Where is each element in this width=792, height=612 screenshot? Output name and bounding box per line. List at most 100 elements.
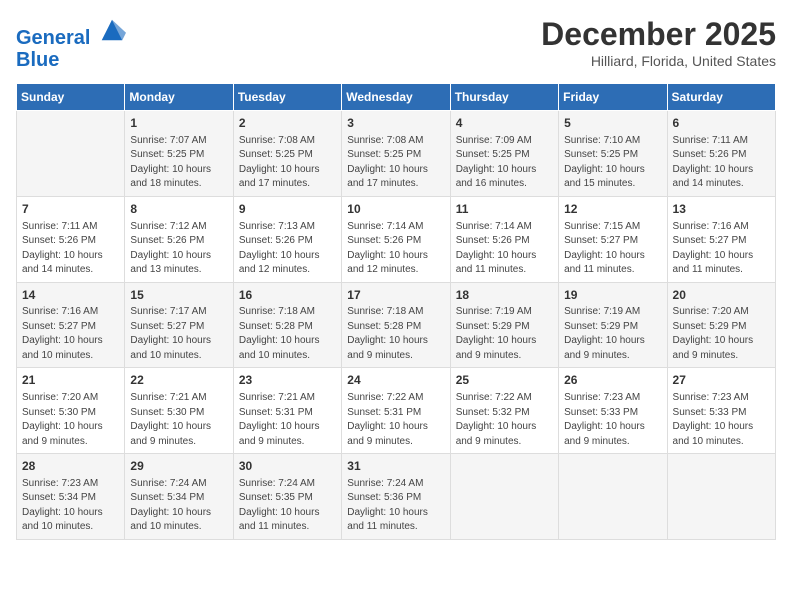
day-info: Sunrise: 7:12 AM Sunset: 5:26 PM Dayligh… <box>130 220 227 278</box>
day-cell: 24Sunrise: 7:22 AM Sunset: 5:31 PM Dayli… <box>342 368 450 454</box>
day-cell: 30 Sunrise: 7:24 AM Sunset: 5:35 PM Dayli… <box>233 454 341 540</box>
day-info: Sunrise: 7:11 AM Sunset: 5:26 PM Dayligh… <box>22 220 119 278</box>
day-cell: 27 Sunrise: 7:23 AM Sunset: 5:33 PM Dayli… <box>667 368 775 454</box>
day-cell: 28Sunrise: 7:23 AM Sunset: 5:34 PM Dayli… <box>17 454 125 540</box>
day-number: 24 <box>347 372 444 389</box>
day-info: Sunrise: 7:19 AM Sunset: 5:29 PM Dayligh… <box>456 305 553 363</box>
day-info: Sunrise: 7:21 AM Sunset: 5:30 PM Dayligh… <box>130 391 227 449</box>
day-number: 22 <box>130 372 227 389</box>
day-info: Sunrise: 7:20 AM Sunset: 5:29 PM Dayligh… <box>673 305 770 363</box>
day-number: 9 <box>239 201 336 218</box>
day-cell: 7 Sunrise: 7:11 AM Sunset: 5:26 PM Daylig… <box>17 196 125 282</box>
calendar-body: 1 Sunrise: 7:07 AM Sunset: 5:25 PM Daylig… <box>17 111 776 540</box>
logo-icon <box>98 16 126 44</box>
day-info: Sunrise: 7:18 AM Sunset: 5:28 PM Dayligh… <box>347 305 444 363</box>
day-info: Sunrise: 7:07 AM Sunset: 5:25 PM Dayligh… <box>130 134 227 192</box>
day-number: 26 <box>564 372 661 389</box>
week-row-1: 1 Sunrise: 7:07 AM Sunset: 5:25 PM Daylig… <box>17 111 776 197</box>
day-number: 2 <box>239 115 336 132</box>
day-cell: 9Sunrise: 7:13 AM Sunset: 5:26 PM Daylig… <box>233 196 341 282</box>
day-cell: 16Sunrise: 7:18 AM Sunset: 5:28 PM Dayli… <box>233 282 341 368</box>
day-number: 1 <box>130 115 227 132</box>
day-number: 13 <box>673 201 770 218</box>
day-number: 23 <box>239 372 336 389</box>
header-tuesday: Tuesday <box>233 84 341 111</box>
day-number: 21 <box>22 372 119 389</box>
day-info: Sunrise: 7:11 AM Sunset: 5:26 PM Dayligh… <box>673 134 770 192</box>
day-info: Sunrise: 7:16 AM Sunset: 5:27 PM Dayligh… <box>673 220 770 278</box>
day-info: Sunrise: 7:24 AM Sunset: 5:36 PM Dayligh… <box>347 477 444 535</box>
week-row-3: 14Sunrise: 7:16 AM Sunset: 5:27 PM Dayli… <box>17 282 776 368</box>
day-info: Sunrise: 7:15 AM Sunset: 5:27 PM Dayligh… <box>564 220 661 278</box>
day-info: Sunrise: 7:10 AM Sunset: 5:25 PM Dayligh… <box>564 134 661 192</box>
day-info: Sunrise: 7:14 AM Sunset: 5:26 PM Dayligh… <box>456 220 553 278</box>
day-cell: 17Sunrise: 7:18 AM Sunset: 5:28 PM Dayli… <box>342 282 450 368</box>
day-info: Sunrise: 7:23 AM Sunset: 5:34 PM Dayligh… <box>22 477 119 535</box>
day-cell <box>559 454 667 540</box>
day-number: 19 <box>564 287 661 304</box>
day-cell: 13 Sunrise: 7:16 AM Sunset: 5:27 PM Dayli… <box>667 196 775 282</box>
day-number: 16 <box>239 287 336 304</box>
day-info: Sunrise: 7:17 AM Sunset: 5:27 PM Dayligh… <box>130 305 227 363</box>
day-info: Sunrise: 7:24 AM Sunset: 5:35 PM Dayligh… <box>239 477 336 535</box>
header-wednesday: Wednesday <box>342 84 450 111</box>
day-cell: 14Sunrise: 7:16 AM Sunset: 5:27 PM Dayli… <box>17 282 125 368</box>
day-cell <box>17 111 125 197</box>
header-sunday: Sunday <box>17 84 125 111</box>
page-header: General Blue December 2025 Hilliard, Flo… <box>16 16 776 71</box>
day-cell: 29 Sunrise: 7:24 AM Sunset: 5:34 PM Dayli… <box>125 454 233 540</box>
day-cell: 5Sunrise: 7:10 AM Sunset: 5:25 PM Daylig… <box>559 111 667 197</box>
logo: General Blue <box>16 16 126 71</box>
day-cell: 22 Sunrise: 7:21 AM Sunset: 5:30 PM Dayli… <box>125 368 233 454</box>
day-cell: 26Sunrise: 7:23 AM Sunset: 5:33 PM Dayli… <box>559 368 667 454</box>
day-info: Sunrise: 7:16 AM Sunset: 5:27 PM Dayligh… <box>22 305 119 363</box>
day-number: 14 <box>22 287 119 304</box>
header-thursday: Thursday <box>450 84 558 111</box>
day-number: 17 <box>347 287 444 304</box>
day-number: 10 <box>347 201 444 218</box>
day-cell: 31 Sunrise: 7:24 AM Sunset: 5:36 PM Dayli… <box>342 454 450 540</box>
day-number: 12 <box>564 201 661 218</box>
week-row-2: 7 Sunrise: 7:11 AM Sunset: 5:26 PM Daylig… <box>17 196 776 282</box>
day-cell: 4 Sunrise: 7:09 AM Sunset: 5:25 PM Daylig… <box>450 111 558 197</box>
day-cell: 10 Sunrise: 7:14 AM Sunset: 5:26 PM Dayli… <box>342 196 450 282</box>
day-info: Sunrise: 7:23 AM Sunset: 5:33 PM Dayligh… <box>673 391 770 449</box>
day-number: 27 <box>673 372 770 389</box>
header-friday: Friday <box>559 84 667 111</box>
day-number: 30 <box>239 458 336 475</box>
day-cell: 18Sunrise: 7:19 AM Sunset: 5:29 PM Dayli… <box>450 282 558 368</box>
title-block: December 2025 Hilliard, Florida, United … <box>541 16 776 69</box>
day-info: Sunrise: 7:09 AM Sunset: 5:25 PM Dayligh… <box>456 134 553 192</box>
day-info: Sunrise: 7:08 AM Sunset: 5:25 PM Dayligh… <box>347 134 444 192</box>
day-cell: 2Sunrise: 7:08 AM Sunset: 5:25 PM Daylig… <box>233 111 341 197</box>
day-number: 3 <box>347 115 444 132</box>
logo-text: General <box>16 16 126 49</box>
day-cell: 6 Sunrise: 7:11 AM Sunset: 5:26 PM Daylig… <box>667 111 775 197</box>
day-info: Sunrise: 7:18 AM Sunset: 5:28 PM Dayligh… <box>239 305 336 363</box>
day-info: Sunrise: 7:24 AM Sunset: 5:34 PM Dayligh… <box>130 477 227 535</box>
day-cell: 19Sunrise: 7:19 AM Sunset: 5:29 PM Dayli… <box>559 282 667 368</box>
day-number: 25 <box>456 372 553 389</box>
day-cell: 23Sunrise: 7:21 AM Sunset: 5:31 PM Dayli… <box>233 368 341 454</box>
calendar-table: SundayMondayTuesdayWednesdayThursdayFrid… <box>16 83 776 540</box>
day-number: 7 <box>22 201 119 218</box>
day-cell <box>450 454 558 540</box>
day-number: 8 <box>130 201 227 218</box>
day-cell: 25 Sunrise: 7:22 AM Sunset: 5:32 PM Dayli… <box>450 368 558 454</box>
day-cell: 20Sunrise: 7:20 AM Sunset: 5:29 PM Dayli… <box>667 282 775 368</box>
day-info: Sunrise: 7:22 AM Sunset: 5:32 PM Dayligh… <box>456 391 553 449</box>
day-number: 31 <box>347 458 444 475</box>
day-info: Sunrise: 7:19 AM Sunset: 5:29 PM Dayligh… <box>564 305 661 363</box>
day-info: Sunrise: 7:20 AM Sunset: 5:30 PM Dayligh… <box>22 391 119 449</box>
day-number: 11 <box>456 201 553 218</box>
day-cell: 15Sunrise: 7:17 AM Sunset: 5:27 PM Dayli… <box>125 282 233 368</box>
week-row-4: 21 Sunrise: 7:20 AM Sunset: 5:30 PM Dayli… <box>17 368 776 454</box>
day-number: 6 <box>673 115 770 132</box>
day-info: Sunrise: 7:14 AM Sunset: 5:26 PM Dayligh… <box>347 220 444 278</box>
day-cell: 11 Sunrise: 7:14 AM Sunset: 5:26 PM Dayli… <box>450 196 558 282</box>
day-number: 4 <box>456 115 553 132</box>
day-cell: 8 Sunrise: 7:12 AM Sunset: 5:26 PM Daylig… <box>125 196 233 282</box>
day-cell: 12 Sunrise: 7:15 AM Sunset: 5:27 PM Dayli… <box>559 196 667 282</box>
day-number: 18 <box>456 287 553 304</box>
day-number: 29 <box>130 458 227 475</box>
